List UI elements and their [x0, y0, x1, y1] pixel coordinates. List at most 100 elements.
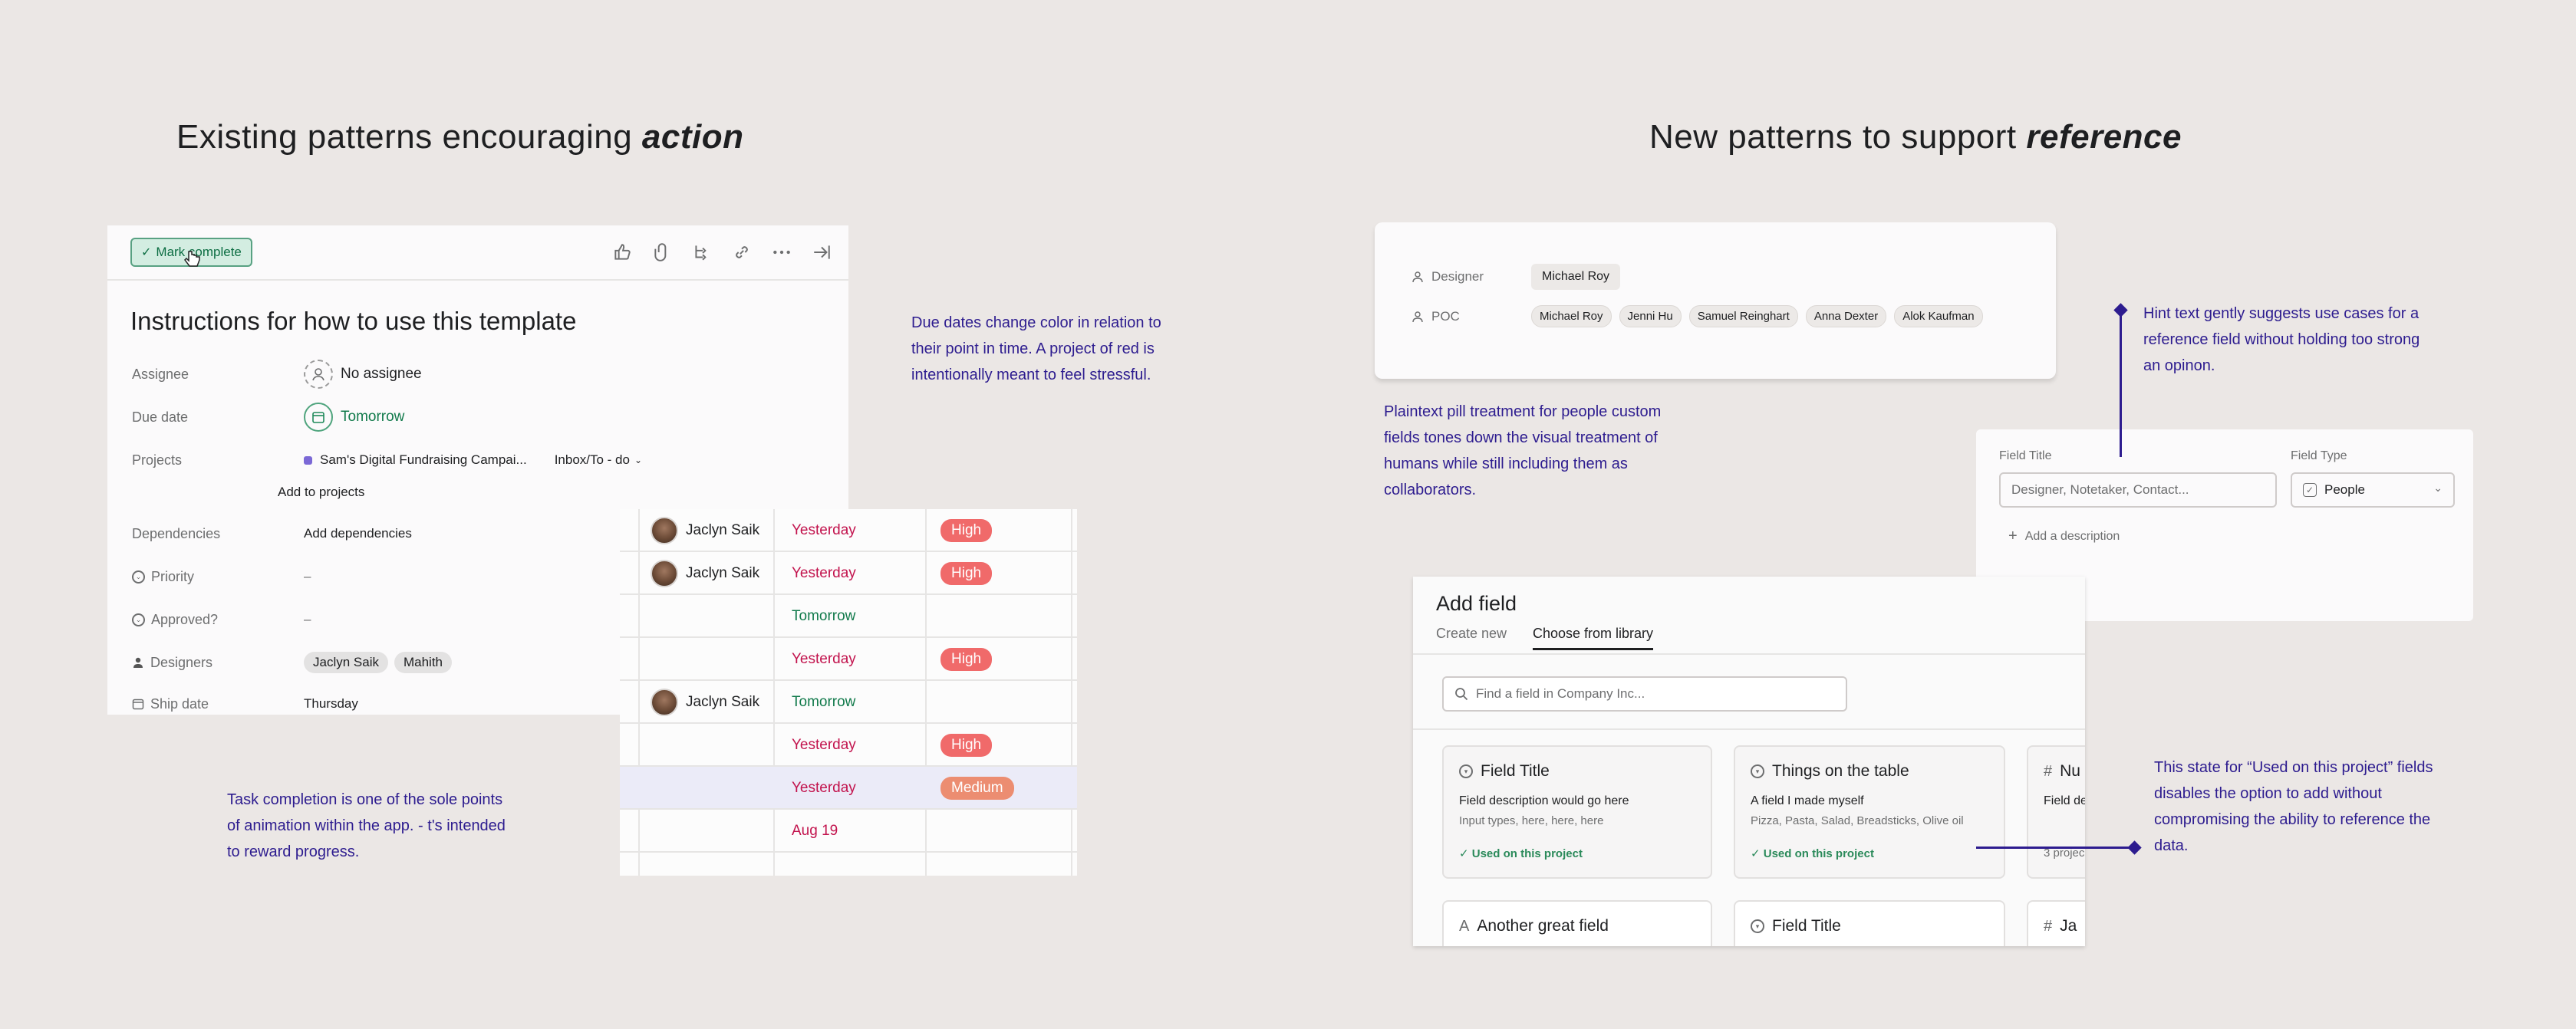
library-field-card[interactable]: ▾ Field Title	[1734, 900, 2005, 946]
due-date-cell[interactable]: Yesterday	[792, 552, 856, 595]
thumbs-up-icon[interactable]	[612, 242, 632, 262]
left-heading: Existing patterns encouraging action	[176, 118, 744, 156]
due-date-value[interactable]: Tomorrow	[304, 403, 404, 432]
add-dependencies-link[interactable]: Add dependencies	[304, 526, 412, 541]
calendar-icon	[304, 403, 333, 432]
person-outline-icon	[1412, 271, 1423, 283]
approved-field-icon: ⌄	[132, 613, 145, 626]
avatar	[651, 517, 678, 544]
table-row[interactable]: Aug 19	[620, 810, 1077, 853]
assignee-value[interactable]: No assignee	[304, 360, 422, 389]
library-field-card[interactable]: ▾ Field Title Field description would go …	[1442, 745, 1712, 879]
add-to-projects-link[interactable]: Add to projects	[278, 485, 364, 500]
add-description-button[interactable]: + Add a description	[2008, 528, 2120, 545]
table-row[interactable]: Yesterday High	[620, 724, 1077, 767]
assignee-row: Assignee No assignee	[132, 359, 848, 390]
link-icon[interactable]	[732, 242, 752, 262]
tab-choose-from-library[interactable]: Choose from library	[1533, 626, 1654, 650]
hint-connector-dot	[2113, 303, 2128, 317]
approved-label: ⌄ Approved?	[132, 612, 218, 628]
dialog-tab-divider	[1413, 653, 2085, 655]
field-title-input[interactable]: Designer, Notetaker, Contact...	[1999, 472, 2277, 508]
assignee-cell[interactable]: Jaclyn Saik	[651, 681, 759, 724]
designer-pill[interactable]: Michael Roy	[1531, 264, 1621, 290]
library-field-card[interactable]: # Ja	[2027, 900, 2085, 946]
number-field-icon: #	[2044, 917, 2053, 935]
task-title[interactable]: Instructions for how to use this templat…	[130, 307, 576, 336]
library-field-card[interactable]: A Another great field	[1442, 900, 1712, 946]
search-icon	[1455, 688, 1468, 701]
project-section-select[interactable]: Inbox/To - do ⌄	[555, 452, 642, 468]
table-row[interactable]: Yesterday Medium	[620, 767, 1077, 810]
poc-pill[interactable]: Anna Dexter	[1805, 305, 1887, 327]
more-icon[interactable]	[772, 242, 792, 262]
add-field-dialog: Add field Create new Choose from library…	[1413, 577, 2085, 946]
designer-pill[interactable]: Jaclyn Saik	[304, 652, 388, 673]
tab-create-new[interactable]: Create new	[1436, 626, 1507, 642]
priority-cell[interactable]: High	[940, 638, 993, 681]
priority-cell[interactable]: Medium	[940, 767, 1014, 810]
priority-field-icon: ⌄	[132, 570, 145, 584]
avatar-placeholder-icon	[304, 360, 333, 389]
chevron-down-icon: ⌄	[2433, 482, 2443, 494]
library-search-input[interactable]: Find a field in Company Inc...	[1442, 676, 1847, 712]
designers-value[interactable]: Jaclyn Saik Mahith	[304, 652, 453, 673]
due-date-cell[interactable]: Tomorrow	[792, 595, 855, 638]
due-date-cell[interactable]: Yesterday	[792, 638, 856, 681]
close-panel-icon[interactable]	[812, 242, 832, 262]
due-date-cell[interactable]: Yesterday	[792, 767, 856, 810]
cursor-hand-icon	[184, 251, 200, 267]
assignee-cell[interactable]: Jaclyn Saik	[651, 509, 759, 552]
table-row[interactable]: Jaclyn Saik Yesterday High	[620, 552, 1077, 595]
project-color-icon	[304, 455, 312, 465]
due-date-cell[interactable]: Tomorrow	[792, 681, 855, 724]
table-row[interactable]: Yesterday High	[620, 638, 1077, 681]
due-date-cell[interactable]: Yesterday	[792, 724, 856, 767]
priority-cell[interactable]: High	[940, 552, 993, 595]
people-fields-card: Designer Michael Roy POC Michael Roy Jenn…	[1375, 222, 2056, 379]
table-row[interactable]: Tomorrow	[620, 595, 1077, 638]
project-chip[interactable]: Sam's Digital Fundraising Campai... Inbo…	[304, 452, 642, 468]
ship-date-value[interactable]: Thursday	[304, 696, 358, 712]
chevron-down-icon: ⌄	[634, 455, 643, 465]
ship-date-label: Ship date	[132, 696, 209, 712]
designer-pill[interactable]: Mahith	[394, 652, 453, 673]
priority-value[interactable]: –	[304, 569, 311, 584]
poc-field-row: POC Michael Roy Jenni Hu Samuel Reinghart A…	[1412, 305, 1983, 327]
note-due-dates: Due dates change color in relation to th…	[911, 314, 1161, 383]
approved-value[interactable]: –	[304, 612, 311, 627]
plus-icon: +	[2008, 528, 2018, 544]
poc-pill[interactable]: Samuel Reinghart	[1688, 305, 1798, 327]
poc-pills: Michael Roy Jenni Hu Samuel Reinghart Anna …	[1531, 305, 1983, 327]
projects-label: Projects	[132, 452, 183, 468]
dropdown-field-icon: ▾	[1459, 764, 1473, 778]
attachment-icon[interactable]	[652, 242, 672, 262]
toolbar-actions	[612, 242, 832, 262]
dropdown-field-icon: ▾	[1751, 764, 1764, 778]
projects-row: Projects Sam's Digital Fundraising Campa…	[132, 445, 848, 475]
priority-cell[interactable]: High	[940, 724, 993, 767]
text-field-icon: A	[1459, 917, 1470, 935]
poc-pill[interactable]: Michael Roy	[1531, 305, 1612, 327]
used-on-project-status: ✓ Used on this project	[1751, 847, 1874, 860]
avatar	[651, 560, 678, 587]
due-date-cell[interactable]: Aug 19	[792, 810, 838, 853]
checkbox-icon: ✓	[2303, 483, 2317, 497]
table-row[interactable]: Jaclyn Saik Tomorrow	[620, 681, 1077, 724]
library-field-card[interactable]: # Nu Field de 3 projec	[2027, 745, 2085, 879]
due-date-label: Due date	[132, 409, 189, 425]
library-field-card[interactable]: ▾ Things on the table A field I made myse…	[1734, 745, 2005, 879]
task-toolbar: ✓ Mark complete	[107, 225, 848, 281]
poc-pill[interactable]: Jenni Hu	[1619, 305, 1682, 327]
priority-cell[interactable]: High	[940, 509, 993, 552]
dependencies-label: Dependencies	[132, 525, 221, 541]
table-row[interactable]: Jaclyn Saik Yesterday High	[620, 509, 1077, 552]
note-plaintext-pill: Plaintext pill treatment for people cust…	[1384, 403, 1662, 498]
poc-pill[interactable]: Alok Kaufman	[1894, 305, 1983, 327]
subtask-icon[interactable]	[692, 242, 712, 262]
assignee-cell[interactable]: Jaclyn Saik	[651, 552, 759, 595]
field-type-select[interactable]: ✓ People ⌄	[2291, 472, 2455, 508]
dialog-title: Add field	[1436, 592, 1517, 615]
due-date-cell[interactable]: Yesterday	[792, 509, 856, 552]
designers-label: Designers	[132, 655, 212, 671]
